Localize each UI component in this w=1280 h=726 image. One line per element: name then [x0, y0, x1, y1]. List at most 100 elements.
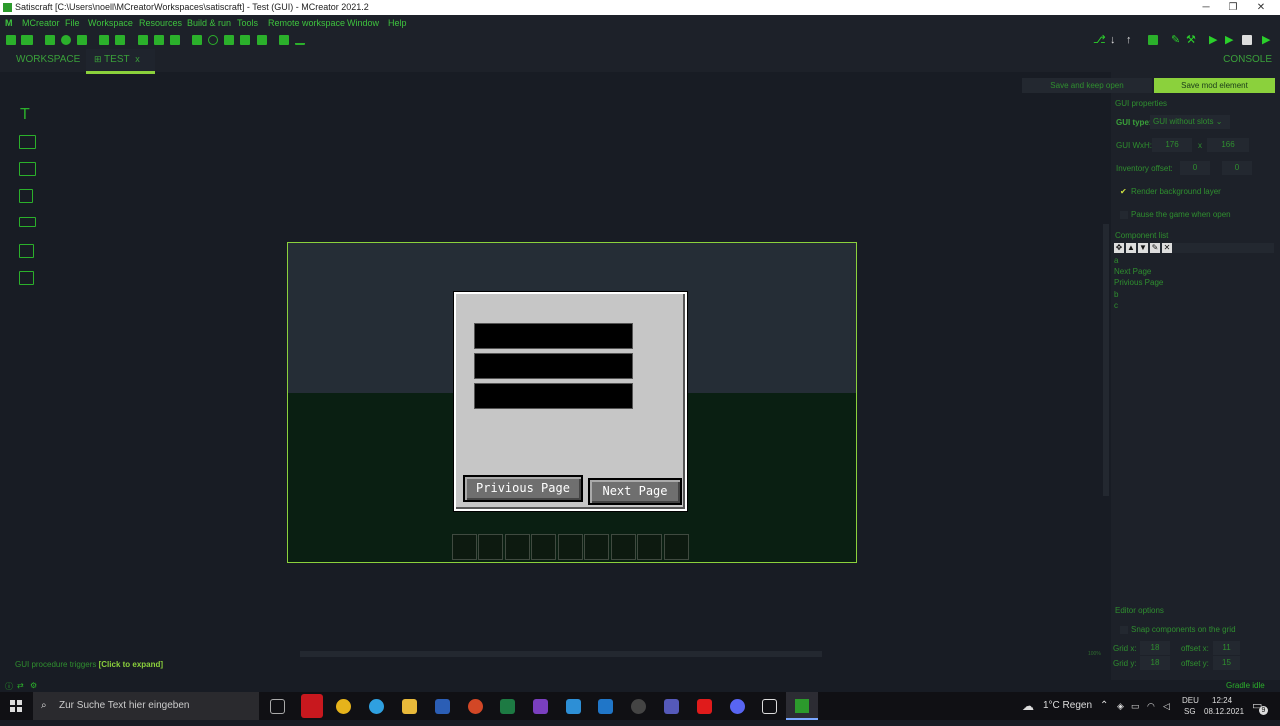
add-text-field-icon[interactable] — [19, 217, 36, 227]
menu-workspace[interactable]: Workspace — [88, 15, 133, 31]
maximize-button[interactable]: ❐ — [1219, 0, 1247, 15]
save-mod-element-button[interactable]: Save mod element — [1154, 78, 1275, 93]
taskbar-search-input[interactable]: ⌕ Zur Suche Text hier eingeben — [33, 692, 259, 720]
grid-x-spinner[interactable]: 18 — [1140, 641, 1170, 655]
add-image-icon[interactable] — [19, 162, 36, 176]
pause-game-checkbox[interactable] — [1120, 211, 1128, 219]
clock-date[interactable]: 08.12.2021 — [1204, 698, 1244, 726]
excel-icon[interactable] — [500, 699, 515, 714]
text-field-b[interactable] — [474, 353, 633, 379]
grid-icon[interactable] — [138, 35, 148, 45]
input-region[interactable]: SG — [1184, 698, 1196, 726]
workspace-settings-icon[interactable] — [6, 35, 16, 45]
component-item[interactable]: b — [1114, 290, 1118, 299]
add-output-slot-icon[interactable] — [19, 271, 34, 285]
minimize-button[interactable]: ─ — [1192, 0, 1220, 15]
text-field-a[interactable] — [474, 323, 633, 349]
heart-icon[interactable] — [240, 35, 250, 45]
render-bg-checkbox[interactable]: ✔ — [1120, 187, 1127, 196]
pencil-icon[interactable] — [295, 35, 305, 45]
teams-icon[interactable] — [664, 699, 679, 714]
component-item[interactable]: a — [1114, 256, 1118, 265]
add-checkbox-icon[interactable] — [19, 189, 33, 203]
unity-icon[interactable] — [762, 699, 777, 714]
affinity-designer-icon[interactable] — [566, 699, 581, 714]
menu-help[interactable]: Help — [388, 15, 407, 31]
inventory-offset-y-spinner[interactable]: 0 — [1222, 161, 1252, 175]
windows-start-icon[interactable] — [10, 700, 22, 712]
move-down-icon[interactable]: ▼ — [1138, 243, 1148, 253]
structure-icon[interactable] — [77, 35, 87, 45]
weather-text[interactable]: 1°C Regen — [1043, 692, 1092, 720]
chrome-icon[interactable] — [336, 699, 351, 714]
sync-icon[interactable]: ⇄ — [17, 681, 24, 690]
save-keep-open-button[interactable]: Save and keep open — [1022, 78, 1152, 93]
text-field-c[interactable] — [474, 383, 633, 409]
tab-test[interactable]: ⊞ TEST x — [86, 49, 155, 74]
component-item[interactable]: Next Page — [1114, 267, 1151, 276]
mcreator-taskbar-button[interactable] — [786, 692, 818, 720]
add-input-slot-icon[interactable] — [19, 244, 34, 258]
edge-icon[interactable] — [369, 699, 384, 714]
menu-window[interactable]: Window — [347, 15, 379, 31]
volume-icon[interactable]: ◁ — [1163, 692, 1170, 720]
weather-icon[interactable]: ☁ — [1022, 692, 1034, 720]
info-icon[interactable]: ⓘ — [5, 681, 13, 692]
opera-icon[interactable] — [301, 694, 323, 718]
run-server-icon[interactable]: ▶ — [1225, 33, 1233, 47]
wifi-icon[interactable]: ◠ — [1147, 692, 1155, 720]
affinity-icon[interactable] — [533, 699, 548, 714]
grid-icon[interactable] — [154, 35, 164, 45]
youtube-icon[interactable] — [697, 699, 712, 714]
add-button-icon[interactable] — [19, 135, 36, 149]
chevron-up-icon[interactable]: ⌃ — [1100, 692, 1108, 720]
procedure-triggers-bar[interactable]: GUI procedure triggers [Click to expand] — [15, 660, 163, 669]
tab-console[interactable]: CONSOLE — [1223, 49, 1272, 70]
menu-mcreator[interactable]: MCreator — [22, 15, 60, 31]
delete-icon[interactable]: ✕ — [1162, 243, 1172, 253]
component-item[interactable]: Privious Page — [1114, 278, 1163, 287]
open-folder-icon[interactable] — [21, 35, 33, 45]
animation-icon[interactable] — [192, 35, 202, 45]
procedure-triggers-expand[interactable]: [Click to expand] — [99, 660, 163, 669]
component-item[interactable]: c — [1114, 301, 1118, 310]
menu-file[interactable]: File — [65, 15, 80, 31]
grid-icon[interactable] — [170, 35, 180, 45]
menu-resources[interactable]: Resources — [139, 15, 182, 31]
image-editor-icon[interactable] — [45, 35, 55, 45]
previous-page-button[interactable]: Privious Page — [463, 475, 583, 502]
snap-grid-checkbox[interactable] — [1120, 626, 1128, 634]
edit-icon[interactable]: ✎ — [1150, 243, 1160, 253]
model-icon[interactable] — [115, 35, 125, 45]
offset-y-spinner[interactable]: 15 — [1213, 656, 1240, 670]
task-view-icon[interactable] — [270, 699, 285, 714]
next-page-button[interactable]: Next Page — [588, 478, 682, 505]
move-up-icon[interactable]: ▲ — [1126, 243, 1136, 253]
offset-x-spinner[interactable]: 11 — [1213, 641, 1240, 655]
move-icon[interactable]: ✥ — [1114, 243, 1124, 253]
download-icon[interactable]: ↓ — [1110, 33, 1116, 47]
gui-height-spinner[interactable]: 166 — [1207, 138, 1249, 152]
cycle-icon[interactable] — [208, 35, 218, 45]
upload-icon[interactable]: ↑ — [1126, 33, 1132, 47]
word-icon[interactable] — [435, 699, 450, 714]
run-client-icon[interactable]: ▶ — [1209, 33, 1217, 47]
mail-icon[interactable] — [598, 699, 613, 714]
debug-icon[interactable]: ▶ — [1262, 33, 1270, 47]
horizontal-scrollbar[interactable] — [300, 651, 822, 657]
close-button[interactable]: ✕ — [1247, 0, 1275, 15]
gui-type-select[interactable]: GUI without slots ⌄ — [1150, 115, 1230, 129]
discord-icon[interactable] — [730, 699, 745, 714]
menu-build-run[interactable]: Build & run — [187, 15, 231, 31]
stop-icon[interactable] — [1242, 35, 1252, 45]
brush-icon[interactable]: ✎ — [1171, 33, 1180, 47]
shield-icon[interactable] — [257, 35, 267, 45]
gui-width-spinner[interactable]: 176 — [1152, 138, 1192, 152]
inkscape-icon[interactable] — [631, 699, 646, 714]
vertical-scrollbar[interactable] — [1103, 224, 1109, 496]
menu-remote-workspace[interactable]: Remote workspace — [268, 15, 345, 31]
grid-y-spinner[interactable]: 18 — [1140, 656, 1170, 670]
tray-app-icon[interactable]: ◈ — [1117, 692, 1124, 720]
powerpoint-icon[interactable] — [468, 699, 483, 714]
inventory-offset-x-spinner[interactable]: 0 — [1180, 161, 1210, 175]
